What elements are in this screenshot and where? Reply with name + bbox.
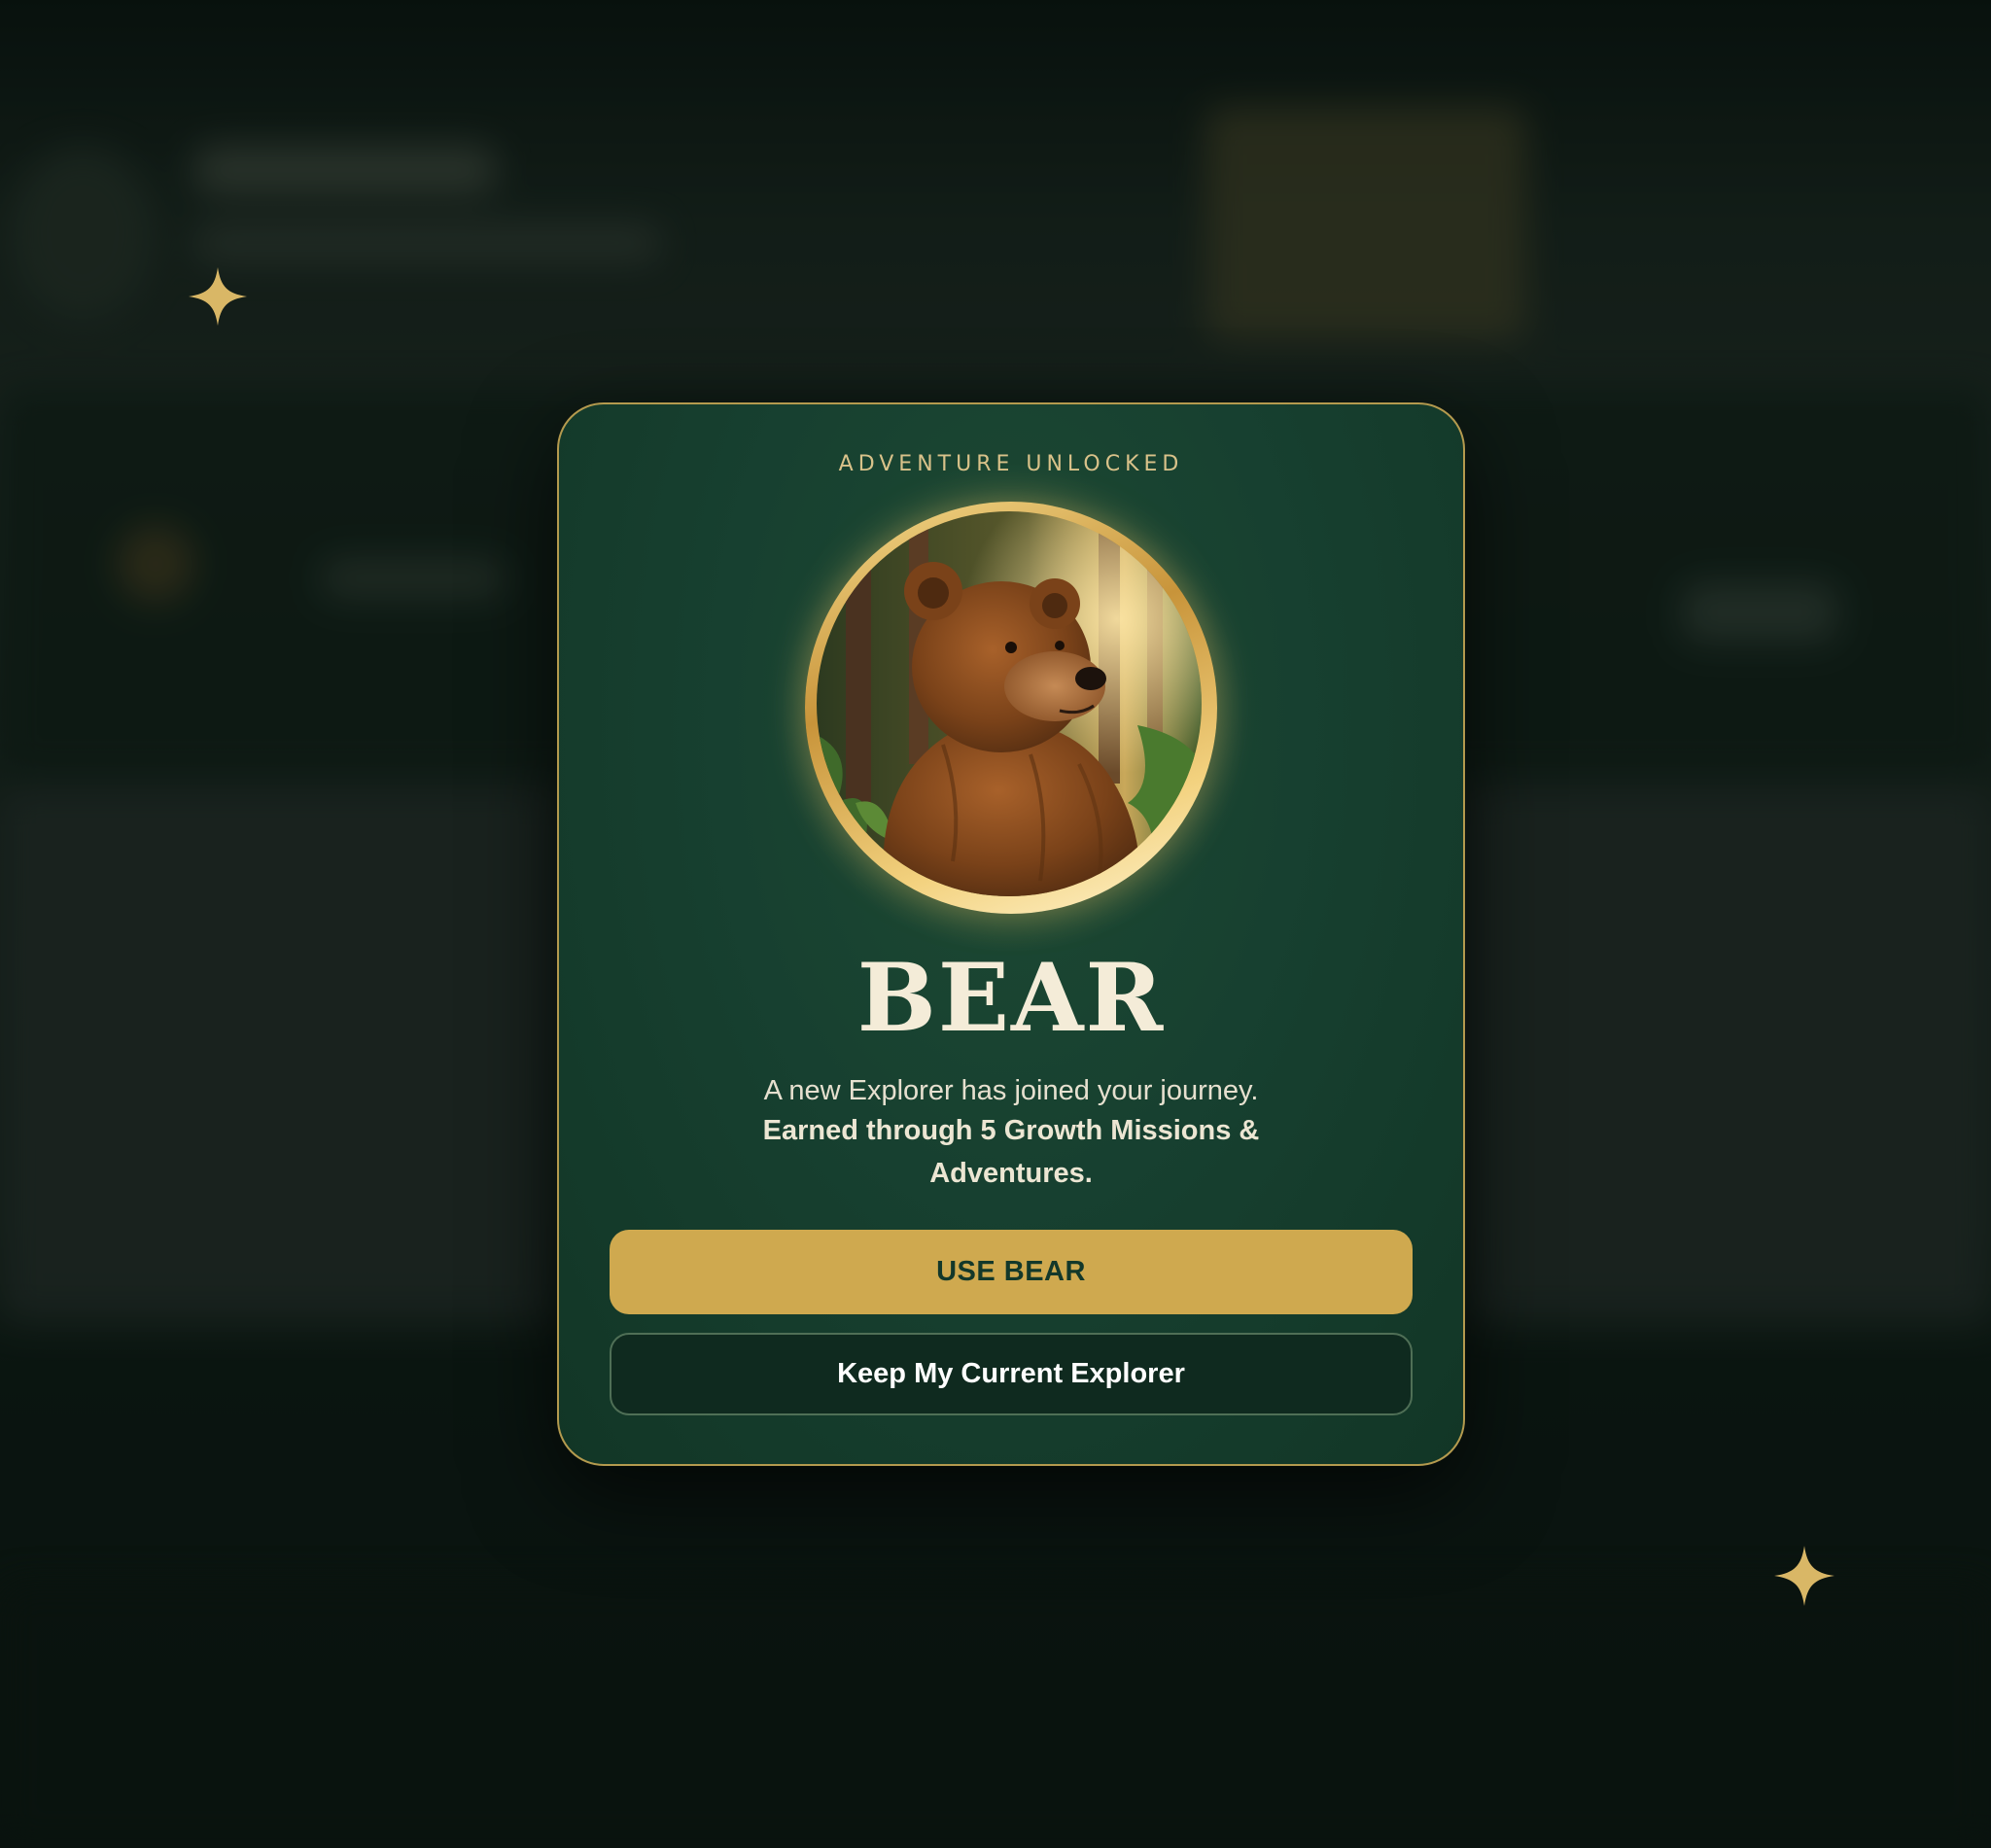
screen: ADVENTURE UNLOCKED BEAR A new Explorer h… bbox=[0, 0, 1991, 1848]
keep-current-explorer-button[interactable]: Keep My Current Explorer bbox=[610, 1333, 1413, 1415]
modal-description: A new Explorer has joined your journey. bbox=[763, 1075, 1259, 1106]
use-bear-button[interactable]: USE BEAR bbox=[610, 1230, 1413, 1314]
bear-avatar-image bbox=[817, 511, 1202, 896]
modal-description-emphasis: Earned through 5 Growth Missions & Adven… bbox=[762, 1115, 1260, 1189]
sparkle-icon bbox=[1774, 1546, 1834, 1606]
bear-portrait-icon bbox=[817, 511, 1202, 896]
modal-eyebrow: ADVENTURE UNLOCKED bbox=[838, 452, 1184, 476]
modal-title: BEAR bbox=[856, 943, 1166, 1053]
sparkle-icon bbox=[189, 267, 247, 326]
